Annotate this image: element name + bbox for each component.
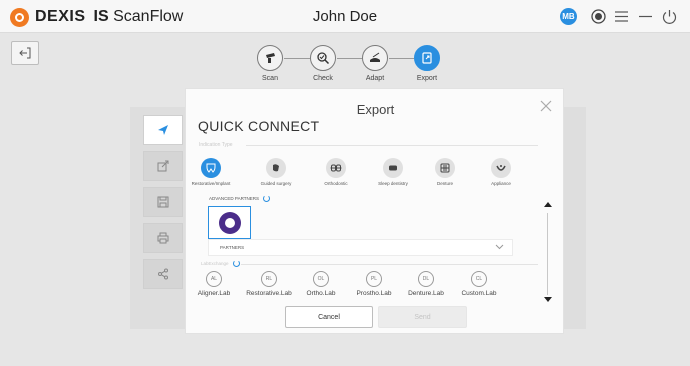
menu-icon[interactable] [613,8,630,25]
denture-icon [435,158,455,178]
loading-spinner-icon [232,260,240,267]
lab-badge: AL [206,271,222,287]
share-icon [158,268,168,280]
export-icon [414,45,440,71]
export-file-tab[interactable] [143,151,183,181]
step-scan[interactable]: Scan [250,45,290,82]
guided-surgery-icon [266,158,286,178]
partner-logo-icon [218,211,241,234]
chevron-down-icon [495,244,504,250]
indication-denture[interactable]: Denture [419,158,471,186]
send-plane-icon [158,125,168,135]
lab-ortho[interactable]: OL Ortho.Lab [291,271,351,297]
lab-badge: OL [313,271,329,287]
scanner-icon [257,45,283,71]
indication-label: Guided surgery [260,181,292,186]
step-label: Check [313,75,333,82]
top-bar: DEXIS IS ScanFlow John Doe MB [0,0,690,33]
lab-badge: DL [418,271,434,287]
lab-label: Prostho.Lab [356,290,392,297]
indication-label: Appliance [491,181,511,186]
indication-label: Orthodontic [324,181,348,186]
power-icon[interactable] [661,8,678,25]
step-check[interactable]: Check [303,45,343,82]
indication-restorative-implant[interactable]: Restorative/Implant [185,158,237,186]
partners-dropdown-label: PARTNERS [220,245,245,250]
step-label: Adapt [365,75,385,82]
check-magnifier-icon [310,45,336,71]
indication-sleep-dentistry[interactable]: Sleep dentistry [367,158,419,186]
save-tab[interactable] [143,187,183,217]
dialog-title: Export [356,102,395,117]
share-tab[interactable] [143,259,183,289]
lab-label: Ortho.Lab [306,290,336,297]
lab-badge: PL [366,271,382,287]
user-name: John Doe [312,8,378,25]
advanced-partners-text: ADVANCED PARTNERS [209,196,260,201]
advanced-partners-label: ADVANCED PARTNERS [209,195,271,202]
minimize-icon[interactable] [637,8,654,25]
appliance-icon [491,158,511,178]
scroll-track[interactable] [547,213,548,295]
lab-label: Restorative.Lab [246,290,292,297]
send-button[interactable]: Send [378,306,467,328]
step-export[interactable]: Export [407,45,447,82]
save-icon [157,196,169,208]
printer-icon [157,232,169,244]
step-label: Scan [262,75,278,82]
lab-label: Denture.Lab [408,290,444,297]
partner-tile[interactable] [208,206,251,239]
indication-label: Restorative/Implant [191,181,231,186]
adapt-tray-icon [362,45,388,71]
partners-dropdown[interactable]: PARTNERS [208,239,513,256]
indication-label: Sleep dentistry [378,181,408,186]
loading-spinner-icon [263,195,271,202]
record-icon[interactable] [590,8,607,25]
indication-orthodontic[interactable]: Orthodontic [310,158,362,186]
section-divider [241,264,538,265]
exit-button[interactable] [11,41,39,65]
lab-aligner[interactable]: AL Aligner.Lab [184,271,244,297]
lab-label: Custom.Lab [461,290,497,297]
scroll-up-arrow[interactable] [544,202,552,207]
restorative-implant-icon [201,158,221,178]
lab-prostho[interactable]: PL Prostho.Lab [344,271,404,297]
export-dialog: Export QUICK CONNECT Indication Type Res… [185,88,564,334]
lab-label: Aligner.Lab [197,290,231,297]
indication-appliance[interactable]: Appliance [475,158,527,186]
lab-denture[interactable]: DL Denture.Lab [396,271,456,297]
avatar[interactable]: MB [560,8,577,25]
lab-custom[interactable]: CL Custom.Lab [449,271,509,297]
indication-guided-surgery[interactable]: Guided surgery [250,158,302,186]
exit-arrow-icon [19,47,31,59]
quick-connect-tab[interactable] [143,115,183,145]
lab-badge: CL [471,271,487,287]
sleep-dentistry-icon [383,158,403,178]
close-icon[interactable] [539,99,553,113]
quick-connect-title: QUICK CONNECT [198,118,320,134]
labexchange-header: LabExchange [201,260,240,267]
section-divider [246,145,538,146]
step-label: Export [416,75,438,82]
step-adapt[interactable]: Adapt [355,45,395,82]
indication-type-label: Indication Type [199,142,233,148]
external-export-icon [157,160,169,172]
lab-badge: RL [261,271,277,287]
lab-restorative[interactable]: RL Restorative.Lab [239,271,299,297]
scroll-down-arrow[interactable] [544,297,552,302]
orthodontic-icon [326,158,346,178]
labexchange-label: LabExchange [201,261,229,266]
indication-label: Denture [436,181,453,186]
cancel-button[interactable]: Cancel [285,306,373,328]
print-tab[interactable] [143,223,183,253]
